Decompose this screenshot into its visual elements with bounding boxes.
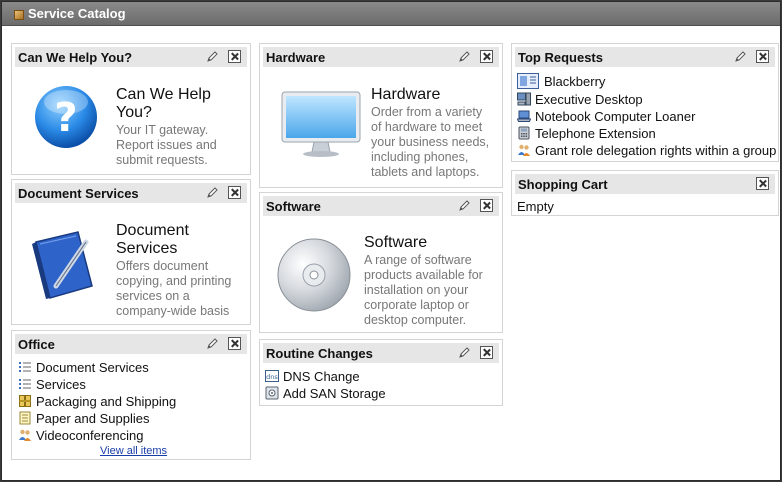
shopping-cart-title: Shopping Cart bbox=[518, 177, 608, 192]
cd-disc-icon[interactable] bbox=[276, 237, 352, 313]
notebook-pen-icon[interactable] bbox=[26, 228, 100, 302]
people-icon bbox=[518, 144, 530, 156]
routine-changes-title: Routine Changes bbox=[266, 346, 373, 361]
view-all-items-link[interactable]: View all items bbox=[100, 445, 167, 457]
edit-pencil-icon[interactable] bbox=[206, 186, 219, 199]
hardware-title: Hardware bbox=[266, 50, 326, 65]
software-widget: Software Software A range of software pr… bbox=[259, 192, 503, 333]
software-name[interactable]: Software bbox=[364, 234, 427, 252]
help-widget: Can We Help You? ? Can We Help You? Your… bbox=[11, 43, 251, 175]
list-icon bbox=[19, 379, 31, 389]
hardware-widget: Hardware Hardware Order from a variety o… bbox=[259, 43, 503, 188]
close-icon[interactable] bbox=[756, 50, 769, 63]
top-requests-header: Top Requests bbox=[515, 47, 775, 67]
hardware-description: Order from a variety of hardware to meet… bbox=[371, 105, 490, 179]
document-services-header: Document Services bbox=[15, 183, 247, 203]
help-question-icon[interactable]: ? bbox=[33, 84, 99, 150]
svg-text:dns: dns bbox=[266, 373, 278, 381]
help-description: Your IT gateway. Report issues and submi… bbox=[116, 123, 217, 167]
top-requests-title: Top Requests bbox=[518, 50, 603, 65]
close-icon[interactable] bbox=[228, 50, 241, 63]
edit-pencil-icon[interactable] bbox=[458, 50, 471, 63]
shopping-cart-header: Shopping Cart bbox=[515, 174, 775, 194]
office-title: Office bbox=[18, 337, 55, 352]
hardware-header: Hardware bbox=[263, 47, 499, 67]
telephone-icon bbox=[518, 126, 530, 140]
package-icon bbox=[19, 395, 31, 407]
help-widget-header: Can We Help You? bbox=[15, 47, 247, 67]
close-icon[interactable] bbox=[228, 337, 241, 350]
service-catalog-window: Service Catalog Can We Help You? ? Can W… bbox=[1, 1, 781, 481]
title-bar: Service Catalog bbox=[2, 2, 780, 26]
edit-pencil-icon[interactable] bbox=[206, 50, 219, 63]
help-widget-title: Can We Help You? bbox=[18, 50, 133, 65]
software-header: Software bbox=[263, 196, 499, 216]
dns-icon: dns bbox=[265, 370, 279, 382]
close-icon[interactable] bbox=[756, 177, 769, 190]
top-request-blackberry[interactable]: Blackberry bbox=[544, 73, 605, 90]
shopping-cart-widget: Shopping Cart Empty bbox=[511, 170, 779, 216]
laptop-icon bbox=[517, 110, 531, 122]
list-icon bbox=[19, 362, 31, 372]
document-services-name[interactable]: Document Services bbox=[116, 222, 189, 258]
help-name[interactable]: Can We Help You? bbox=[116, 86, 250, 122]
office-header: Office bbox=[15, 334, 247, 354]
shopping-cart-status: Empty bbox=[517, 199, 554, 214]
software-description: A range of software products available f… bbox=[364, 253, 483, 327]
paper-icon bbox=[19, 411, 31, 425]
edit-pencil-icon[interactable] bbox=[458, 346, 471, 359]
hardware-name[interactable]: Hardware bbox=[371, 86, 440, 104]
blackberry-icon bbox=[517, 73, 539, 89]
blackberry-icon-wrap bbox=[517, 73, 539, 90]
edit-pencil-icon[interactable] bbox=[458, 199, 471, 212]
edit-pencil-icon[interactable] bbox=[206, 337, 219, 350]
routine-changes-widget: Routine Changes dns DNS Change Add SAN S… bbox=[259, 339, 503, 406]
office-widget: Office Document Services Services Packag… bbox=[11, 330, 251, 460]
storage-icon bbox=[265, 386, 279, 400]
close-icon[interactable] bbox=[480, 50, 493, 63]
close-icon[interactable] bbox=[480, 199, 493, 212]
routine-changes-header: Routine Changes bbox=[263, 343, 499, 363]
document-services-description: Offers document copying, and printing se… bbox=[116, 259, 232, 318]
document-services-title: Document Services bbox=[18, 186, 139, 201]
close-icon[interactable] bbox=[480, 346, 493, 359]
document-services-widget: Document Services Document Services Offe… bbox=[11, 179, 251, 325]
software-title: Software bbox=[266, 199, 321, 214]
top-requests-widget: Top Requests Blackberry Executive Deskto… bbox=[511, 43, 779, 162]
edit-pencil-icon[interactable] bbox=[734, 50, 747, 63]
people-icon bbox=[19, 429, 31, 441]
desktop-icon bbox=[517, 92, 531, 106]
close-icon[interactable] bbox=[228, 186, 241, 199]
catalog-cube-icon bbox=[14, 10, 24, 20]
svg-text:?: ? bbox=[54, 95, 77, 141]
monitor-icon[interactable] bbox=[280, 90, 362, 160]
page-title: Service Catalog bbox=[28, 6, 126, 21]
